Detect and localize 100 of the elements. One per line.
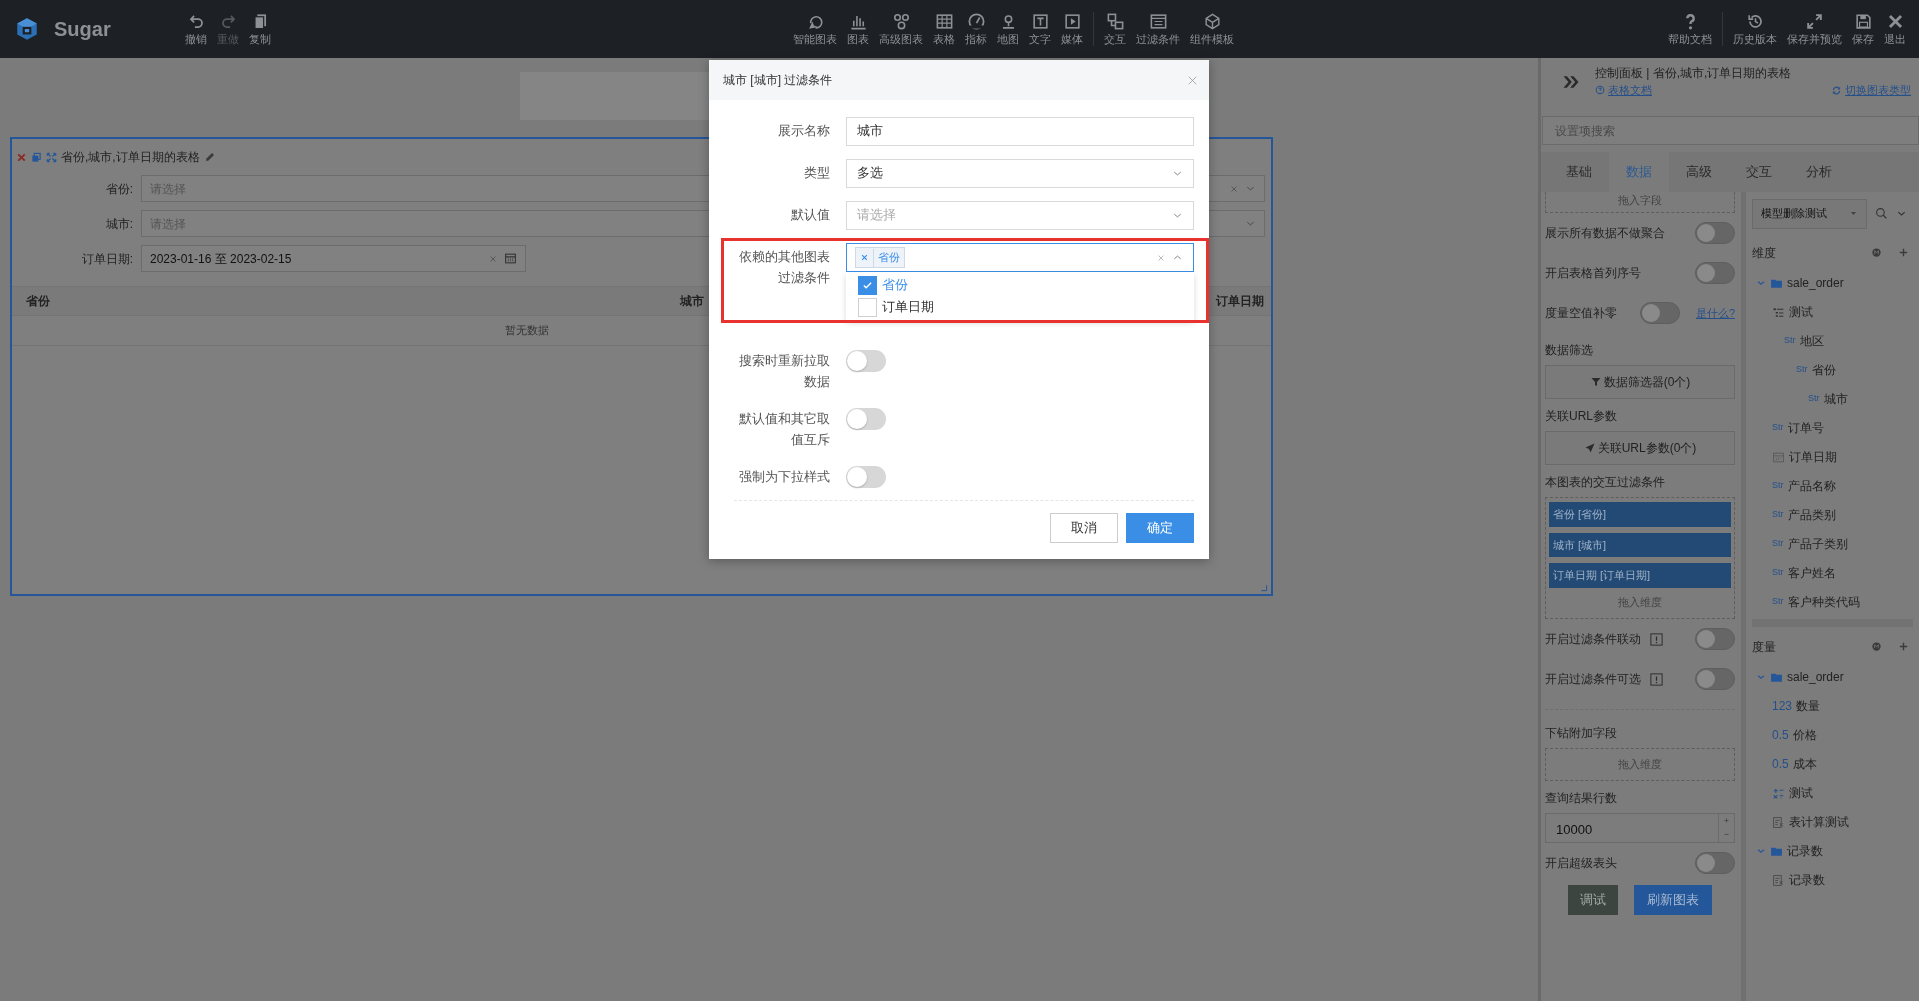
tree-item[interactable]: 订单号 xyxy=(1787,419,1824,437)
select-field[interactable]: 多选 xyxy=(846,159,1194,188)
squares-icon xyxy=(1105,12,1125,31)
tree-item[interactable]: 价格 xyxy=(1792,726,1817,744)
tree-item[interactable]: 省份 xyxy=(1811,361,1836,379)
tree-item[interactable]: 订单日期 xyxy=(1789,448,1837,466)
action-button[interactable]: 刷新图表 xyxy=(1634,884,1712,915)
toolbar-button[interactable]: 保存 xyxy=(1847,12,1879,46)
panel-button[interactable]: 关联URL参数(0个) xyxy=(1545,431,1735,465)
text-field[interactable]: 城市 xyxy=(846,117,1194,146)
tree-item[interactable]: 成本 xyxy=(1792,755,1817,773)
column-header: 城市 xyxy=(680,294,704,308)
field-label: 默认值 xyxy=(790,207,830,224)
toolbar-button[interactable]: 撤销 xyxy=(180,12,212,46)
cancel-button[interactable]: 取消 xyxy=(1050,513,1118,543)
table-icon xyxy=(934,12,954,31)
toolbar-button[interactable]: 保存并预览 xyxy=(1782,12,1847,46)
help-link[interactable]: 是什么? xyxy=(1695,304,1735,322)
dropdown-option[interactable]: 省份 xyxy=(852,274,914,296)
toggle-switch[interactable] xyxy=(1695,222,1735,244)
tree-item[interactable]: 城市 xyxy=(1823,390,1848,408)
tree-item[interactable]: 数量 xyxy=(1796,697,1821,715)
number-field[interactable]: 10000 xyxy=(1545,812,1735,843)
tree-item[interactable]: 记录数 xyxy=(1789,871,1825,889)
section-heading: 数据筛选 xyxy=(1545,342,1594,359)
checkbox[interactable] xyxy=(858,275,877,295)
circle-m-icon xyxy=(1871,247,1882,258)
type-label: Str xyxy=(1772,508,1784,522)
toggle-switch[interactable] xyxy=(1695,851,1735,874)
tree-item[interactable]: 产品名称 xyxy=(1787,477,1836,495)
filter-chip[interactable]: 城市 [城市] xyxy=(1549,532,1731,557)
tree-item[interactable]: 表计算测试 xyxy=(1789,813,1849,831)
toolbar-button[interactable]: 高级图表 xyxy=(874,12,929,46)
tree-item[interactable]: 产品子类别 xyxy=(1787,535,1848,553)
panel-tab[interactable]: 基础 xyxy=(1549,152,1609,192)
toolbar-button[interactable]: 表格 xyxy=(928,12,961,46)
tree-item[interactable]: 客户种类代码 xyxy=(1787,593,1860,611)
dataset-select[interactable]: 模型删除测试 xyxy=(1752,198,1867,229)
toolbar-button[interactable]: 文字 xyxy=(1024,12,1057,46)
tree-item[interactable]: 产品类别 xyxy=(1787,506,1836,524)
select-field[interactable]: 请选择 xyxy=(846,201,1194,230)
delete-icon xyxy=(16,151,27,163)
check-icon xyxy=(862,279,873,291)
panel-button[interactable]: 数据筛选器(0个) xyxy=(1545,365,1735,399)
action-button[interactable]: 调试 xyxy=(1568,884,1618,915)
tree-item[interactable]: 客户姓名 xyxy=(1787,564,1836,582)
setting-label: 展示所有数据不做聚合 xyxy=(1545,225,1665,242)
clear-icon xyxy=(488,253,498,264)
cube-icon xyxy=(1202,12,1222,31)
close-icon xyxy=(861,254,868,261)
toolbar-button[interactable]: 地图 xyxy=(992,12,1025,46)
toolbar-button[interactable]: 智能图表 xyxy=(788,12,843,46)
tree-item[interactable]: 地区 xyxy=(1799,332,1824,350)
toggle-switch[interactable] xyxy=(846,350,886,372)
checkbox[interactable] xyxy=(858,297,877,317)
toolbar-button[interactable]: 复制 xyxy=(244,12,276,46)
toolbar-button[interactable]: 交互 xyxy=(1099,12,1132,46)
panel-tab[interactable]: 交互 xyxy=(1729,152,1789,192)
tree-item[interactable]: sale_order xyxy=(1787,668,1844,686)
toggle-switch[interactable] xyxy=(846,408,886,430)
toggle-switch[interactable] xyxy=(1695,668,1735,690)
confirm-button[interactable]: 确定 xyxy=(1126,513,1194,543)
panel-tab[interactable]: 高级 xyxy=(1669,152,1729,192)
list-box-icon xyxy=(1148,12,1168,31)
toggle-switch[interactable] xyxy=(1695,628,1735,650)
section-heading: 关联URL参数 xyxy=(1545,408,1618,425)
toolbar-button[interactable]: 媒体 xyxy=(1056,12,1089,46)
doc-link[interactable]: 表格文档 xyxy=(1595,82,1652,99)
panel-title: 控制面板 | 省份,城市,订单日期的表格 xyxy=(1595,65,1793,82)
plus-icon xyxy=(1723,817,1730,824)
toolbar-button[interactable]: 过滤条件 xyxy=(1131,12,1186,46)
toolbar-button[interactable]: 退出 xyxy=(1879,12,1911,46)
toolbar-button[interactable]: 帮助文档 xyxy=(1663,12,1717,46)
calculator-icon xyxy=(1772,786,1785,800)
chart-title: 省份,城市,订单日期的表格 xyxy=(61,149,200,166)
toggle-switch[interactable] xyxy=(1639,302,1680,324)
toolbar-button[interactable]: 历史版本 xyxy=(1728,12,1782,46)
logo-text: Sugar xyxy=(54,17,111,42)
resize-handle-icon xyxy=(1260,584,1268,592)
tree-item[interactable]: 测试 xyxy=(1789,784,1813,802)
filter-chip[interactable]: 订单日期 [订单日期] xyxy=(1549,563,1731,588)
table-formula-icon xyxy=(1772,815,1785,829)
toggle-switch[interactable] xyxy=(846,466,886,488)
calendar-icon xyxy=(1772,450,1785,464)
switch-chart-link[interactable]: 切换图表类型 xyxy=(1831,82,1911,99)
toolbar-button[interactable]: 指标 xyxy=(960,12,993,46)
type-label: Str xyxy=(1772,537,1784,551)
field-label: 搜索时重新拉取数据 xyxy=(738,353,830,391)
toolbar-button[interactable]: 组件模板 xyxy=(1185,12,1240,46)
date-range-field[interactable]: 2023-01-16 至 2023-02-15 xyxy=(141,245,526,272)
tree-item[interactable]: sale_order xyxy=(1787,274,1844,292)
tree-item[interactable]: 测试 xyxy=(1789,303,1813,321)
type-label: Str xyxy=(1796,363,1808,377)
panel-tab[interactable]: 分析 xyxy=(1789,152,1849,192)
dropdown-option[interactable]: 订单日期 xyxy=(852,296,940,318)
toolbar-button[interactable]: 图表 xyxy=(842,12,875,46)
toggle-switch[interactable] xyxy=(1695,262,1735,284)
filter-chip[interactable]: 省份 [省份] xyxy=(1549,502,1731,527)
tree-item[interactable]: 记录数 xyxy=(1787,842,1823,860)
filter-label: 城市: xyxy=(104,215,134,233)
